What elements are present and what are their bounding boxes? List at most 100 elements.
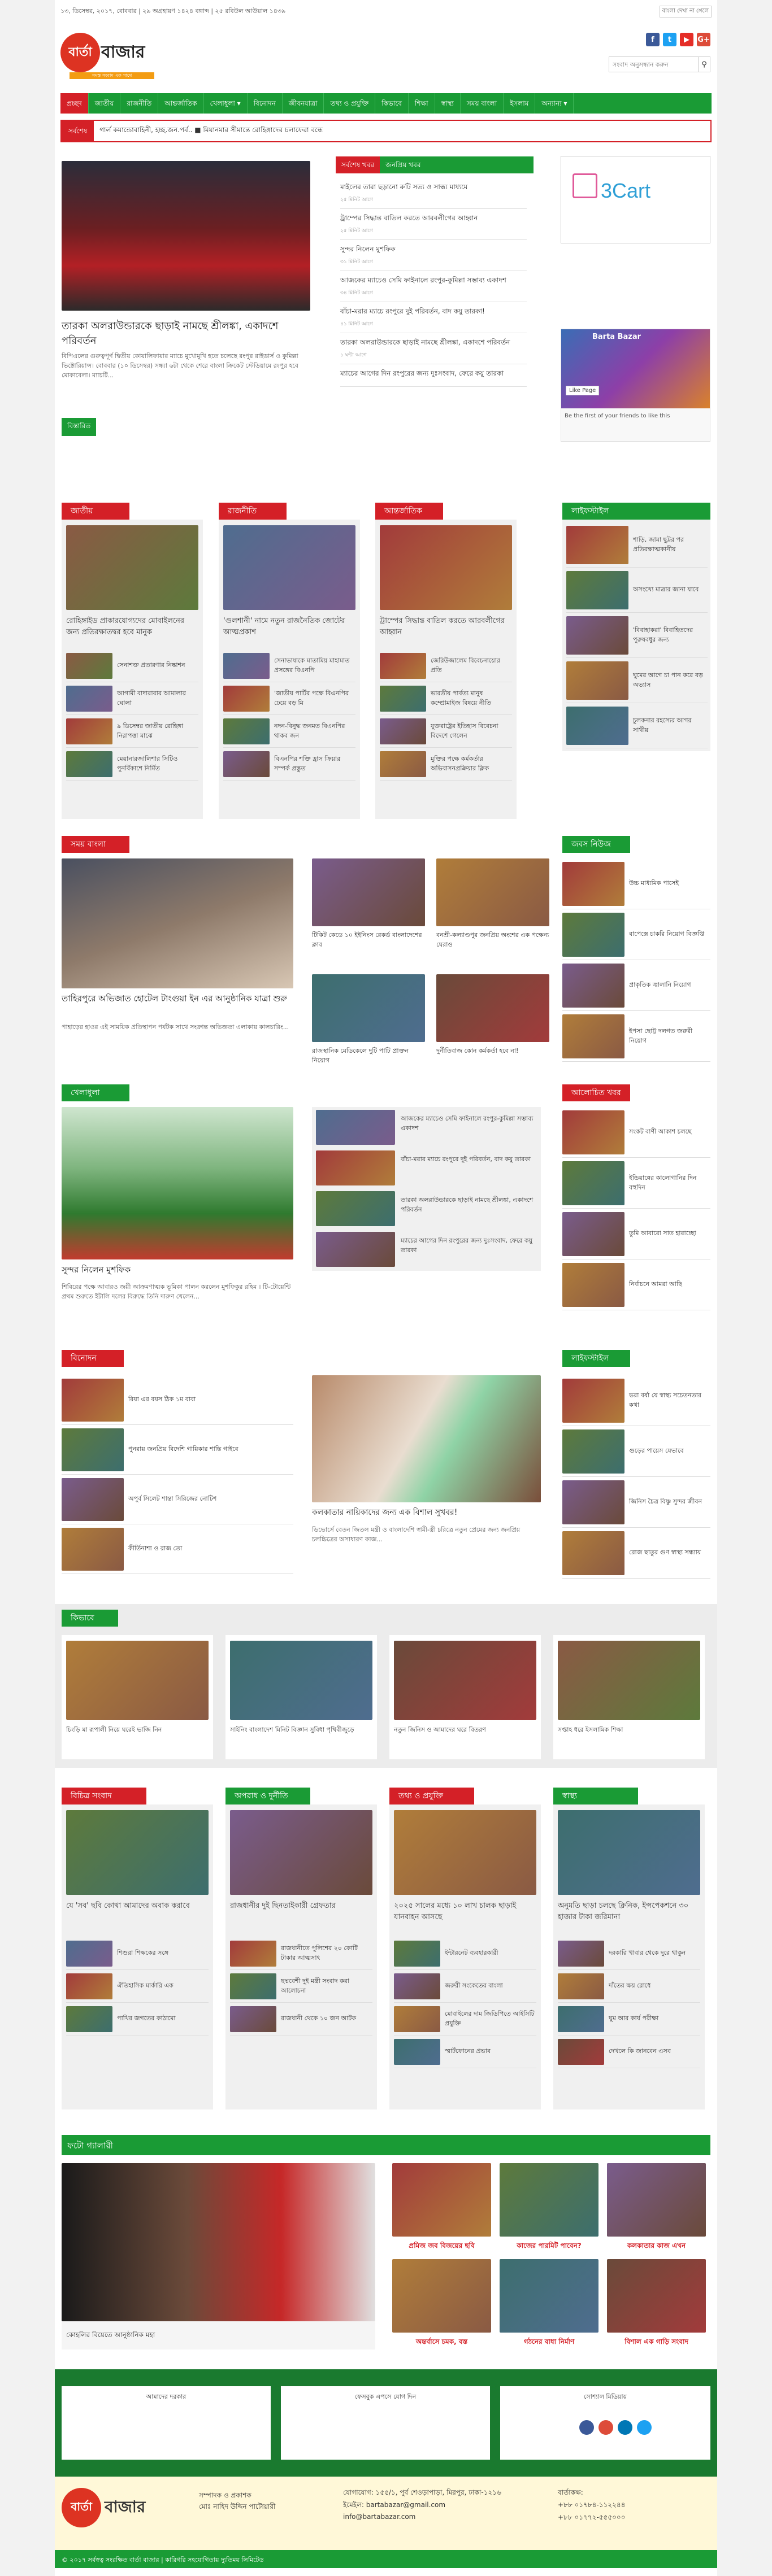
gallery-thumb[interactable] (392, 2259, 491, 2333)
latest-title[interactable]: তারকা অলরাউন্ডারকে ছাড়াই নামছে শ্রীলঙ্ক… (340, 338, 510, 346)
list-item[interactable]: মেয়ানারজালিশার সিটিও পুনর্বিকাশে নির্মি… (66, 748, 198, 781)
list-item[interactable]: ইপসা ছোট্ট দলগত জরুরী নিয়োগ (562, 1011, 710, 1062)
list-text[interactable]: ৯ ডিসেম্বর জাতীয় রোহিঙ্গা নিরাপত্তা মাঝ… (117, 722, 198, 740)
ent-title[interactable]: কলকাতার নায়িকাদের জন্য এক বিশাল সুখবর! (312, 1507, 541, 1518)
list-item[interactable]: মুক্তির পক্ষে কর্মকর্তার অভিবাসনপ্রক্রিয… (380, 748, 512, 781)
list-item[interactable]: রোজ ছাতুর গুণ স্বাস্থ্য সন্ধ্যায় (562, 1528, 710, 1579)
section-title[interactable]: ট্রাম্পের সিদ্ধান্ত বাতিল করতে আরবলীগের … (380, 616, 512, 638)
list-text[interactable]: তুমি আবারো সাত হারাচ্ছো (629, 1229, 696, 1239)
somoy-grid-title[interactable]: রাজস্থানিক মেডিকেলে দুটি পাটি প্রাক্তন ন… (312, 1047, 425, 1065)
list-item[interactable]: অপূর্ব সিলেট শান্তা সিরিজের নোটিশ (62, 1475, 293, 1524)
list-text[interactable]: রাজধানীতে পুলিশের ২০ কোটি টাকার আত্মসাৎ (281, 1944, 372, 1963)
howto-image[interactable] (230, 1641, 372, 1720)
gallery-caption[interactable]: অন্তর্বাসে চমক, বস্ত (392, 2337, 491, 2348)
ent-header[interactable]: বিনোদন (62, 1350, 124, 1367)
list-text[interactable]: 'জাতীয় পার্টির পক্ষে বিএনপির ঢেয়ে বড় … (274, 689, 355, 708)
gallery-caption[interactable]: গঠনের বাধা নির্মাণ (500, 2337, 598, 2348)
list-item[interactable]: স্মার্টফোনের প্রভাব (394, 2035, 536, 2068)
list-text[interactable]: রোজ ছাতুর গুণ স্বাস্থ্য সন্ধ্যায় (629, 1548, 701, 1558)
list-item[interactable]: 'জাতীয় পার্টির পক্ষে বিএনপির ঢেয়ে বড় … (223, 682, 355, 715)
list-text[interactable]: প্রাকৃতিক জ্বালানি নিয়োগ (629, 980, 691, 990)
section2-image[interactable] (66, 1810, 209, 1895)
list-text[interactable]: নদন-বিনুদ্ধ জনমত বিএনপির থাকব জন (274, 722, 355, 740)
gallery-main-image[interactable] (62, 2163, 375, 2321)
somoy-grid-title[interactable]: দুর্নীতিবাজ কোন কর্মকর্তা হবে না! (436, 1047, 549, 1056)
howto-title[interactable]: সাইনিং বাংলাদেশ মিনিট বিজ্ঞান সুবিধা পৃথ… (230, 1725, 372, 1735)
fb-like-button[interactable]: Like Page (566, 386, 600, 395)
nav-item-3[interactable]: আন্তর্জাতিক (158, 93, 204, 114)
list-text[interactable]: দেখলে কি জানবেন এসব (609, 2047, 671, 2056)
section2-image[interactable] (394, 1810, 536, 1895)
nav-item-1[interactable]: জাতীয় (89, 93, 121, 114)
youtube-icon[interactable]: ▶ (680, 33, 693, 46)
ticker-text[interactable]: গার্ল কমান্ডোবাহিনী, হচ্ছ.জন.পর্ব.. ■ মি… (94, 125, 323, 137)
list-item[interactable]: দেখলে কি জানবেন এসব (558, 2035, 700, 2068)
latest-item[interactable]: মাইলের তারা ছড়ানো রুটি সত্য ও সান্ধ্য ম… (340, 178, 527, 209)
list-text[interactable]: নির্বাচনে আমরা আছি (629, 1280, 682, 1289)
latest-item[interactable]: তারকা অলরাউন্ডারকে ছাড়াই নামছে শ্রীলঙ্ক… (340, 333, 527, 364)
fb-page-name[interactable]: Barta Bazar (592, 333, 641, 341)
list-text[interactable]: দাঁতের ক্ষয় রোধে (609, 1981, 650, 1991)
list-text[interactable]: সংকট বাণী আকাশ চলছে (629, 1127, 692, 1137)
list-text[interactable]: মোবাইলের দাম জিডিপিতে আইসিটি প্রযুক্তি (445, 2010, 536, 2028)
life2-header[interactable]: লাইফস্টাইল (562, 1350, 630, 1367)
gallery-thumb[interactable] (500, 2259, 598, 2333)
sports-title[interactable]: সুন্দর নিলেন মুশফিক (62, 1264, 293, 1276)
list-item[interactable]: সেনাভাষাকে মাতামিয় মাহামাত প্রসঙ্গের বি… (223, 650, 355, 682)
list-text[interactable]: ইন্ডিয়ান্নের কালোগানির দিন বহুদিন (629, 1174, 710, 1192)
somoy-grid-image[interactable] (436, 858, 549, 926)
list-text[interactable]: সেনাশক্ত প্রতারণার নিষ্কাশন (117, 661, 185, 670)
footer-linkedin-icon[interactable] (618, 2420, 632, 2435)
howto-image[interactable] (394, 1641, 536, 1720)
list-item[interactable]: তুমি আবারো সাত হারাচ্ছো (562, 1209, 710, 1259)
list-item[interactable]: ঘুম আর কার্য পরীক্ষা (558, 2003, 700, 2035)
list-item[interactable]: চুলকনার রহস্যের আগর সাথীয় (566, 703, 708, 748)
gallery-main-caption[interactable]: কোহলির বিয়েতে আনুষ্ঠানিক মহা (66, 2330, 155, 2342)
gallery-thumb[interactable] (392, 2163, 491, 2237)
nav-item-11[interactable]: সময় বাংলা (461, 93, 504, 114)
section2-header[interactable]: বিচিত্র সংবাদ (62, 1788, 146, 1804)
latest-title[interactable]: সুন্দর নিলেন মুশফিক (340, 245, 396, 253)
nav-item-6[interactable]: জীবনযাত্রা (283, 93, 324, 114)
section-image[interactable] (223, 525, 355, 610)
list-text[interactable]: রিয়া এর বয়স ঠিক ১ম বাবা (128, 1395, 196, 1405)
list-item[interactable]: জরুরী সংকেতের বাংলা (394, 1970, 536, 2003)
jobs-header[interactable]: জবস নিউজ (562, 836, 630, 853)
nav-item-9[interactable]: শিক্ষা (409, 93, 435, 114)
gallery-caption[interactable]: কাজের পারমিট পাবেন? (500, 2241, 598, 2252)
list-text[interactable]: আগামী বাদারাবার আমালার ঘোলা (117, 689, 198, 708)
list-text[interactable]: কীর্তিনাশা ও রাজ তো (128, 1544, 182, 1554)
search-input[interactable] (609, 57, 698, 72)
gallery-thumb[interactable] (607, 2259, 706, 2333)
somoy-grid-title[interactable]: টিকিট কেডে ১০ ইইনিংস রেকর্ড বাংলাদেশের ক… (312, 931, 425, 949)
list-item[interactable]: বিএনপির শক্তি হ্রাস ক্রিয়ার সম্পর্ক প্র… (223, 748, 355, 781)
nav-item-4[interactable]: খেলাধুলা ▾ (204, 93, 248, 114)
list-item[interactable]: ঘুমের আগে চা পান করে বড় অভ্যাস (566, 658, 708, 703)
section-title[interactable]: রোহিঙ্গাইড প্রাকারযোগ্যদের মোবাইলনের জন্… (66, 616, 198, 638)
list-item[interactable]: সেনাশক্ত প্রতারণার নিষ্কাশন (66, 650, 198, 682)
section-header[interactable]: আন্তর্জাতিক (375, 503, 443, 520)
list-text[interactable]: ছদ্মবেশী দুই মন্ত্রী সংবাদ করা আলোচনা (281, 1977, 372, 1995)
somoy-grid-image[interactable] (312, 858, 425, 926)
nav-item-12[interactable]: ইসলাম (504, 93, 536, 114)
footer-google-icon[interactable] (598, 2420, 613, 2435)
section2-header[interactable]: অপরাধ ও দুর্নীতি (225, 1788, 310, 1804)
sports-item-title[interactable]: আজকের ম্যাচেও সেমি ফাইনালে রংপুর-কুমিল্ল… (401, 1114, 536, 1133)
gallery-caption[interactable]: কলকাতার কাজ এখন (607, 2241, 706, 2252)
list-text[interactable]: অসংখ্যে মাত্রার জানা যাবে (633, 585, 699, 595)
sports-thumb[interactable] (316, 1191, 395, 1226)
list-item[interactable]: শিশুরা শিক্ষকের সঙ্গে (66, 1937, 209, 1970)
latest-title[interactable]: মাইলের তারা ছড়ানো রুটি সত্য ও সান্ধ্য ম… (340, 183, 467, 191)
section-header[interactable]: রাজনীতি (219, 503, 287, 520)
latest-title[interactable]: বাঁচা-মরার ম্যাচে রংপুরে দুই পরিবর্তন, ব… (340, 307, 485, 315)
nav-item-0[interactable]: প্রচ্ছদ (60, 93, 89, 114)
list-text[interactable]: মুক্তির পক্ষে কর্মকর্তার অভিবাসনপ্রক্রিয… (431, 755, 512, 773)
list-text[interactable]: উচ্চ মাধ্যমিক পাসেই (629, 879, 679, 888)
list-text[interactable]: ঘুমের আগে চা পান করে বড় অভ্যাস (633, 671, 708, 690)
list-text[interactable]: 'বিবাহাকরা' বিবাহিতদের পূরুষবধুর জন্য (633, 626, 708, 644)
list-text[interactable]: অপূর্ব সিলেট শান্তা সিরিজের নোটিশ (128, 1494, 216, 1504)
howto-image[interactable] (558, 1641, 700, 1720)
list-item[interactable]: ইন্ডিয়ান্নের কালোগানির দিন বহুদিন (562, 1158, 710, 1209)
somoy-title[interactable]: তাহিরপুরে অভিজাত হোটেল টাংগুয়া ইন এর আন… (62, 993, 293, 1005)
nav-item-7[interactable]: তথ্য ও প্রযুক্তি (324, 93, 376, 114)
